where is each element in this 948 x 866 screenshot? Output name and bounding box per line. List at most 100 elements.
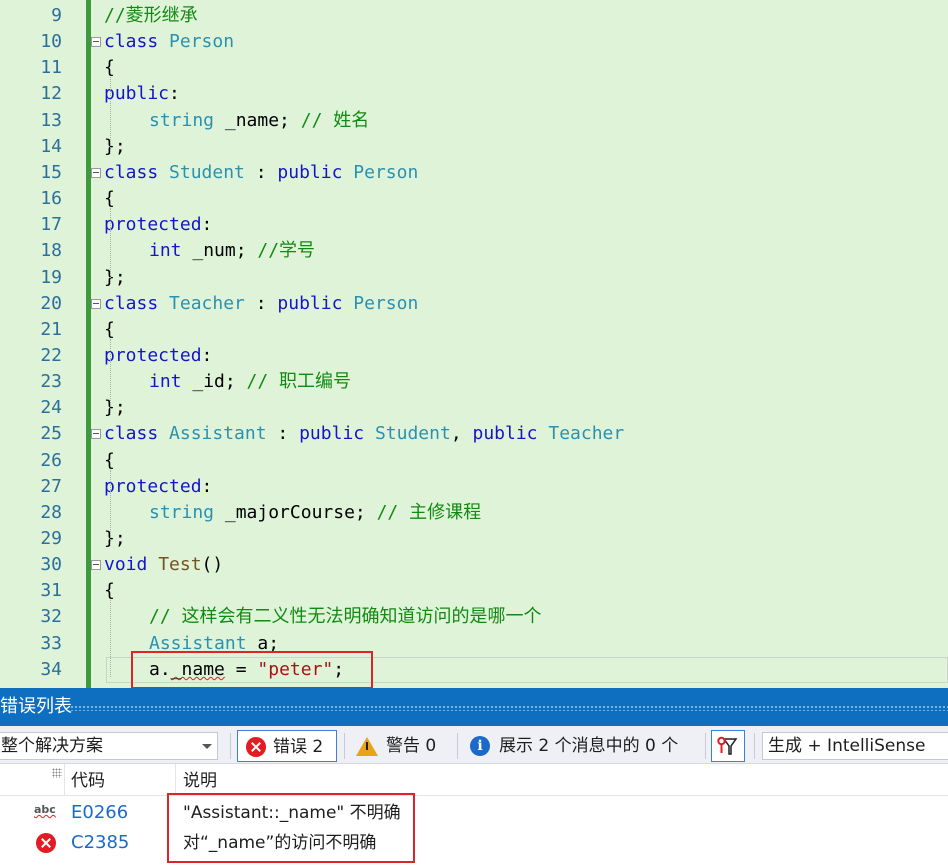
code-token: Student: [374, 423, 451, 445]
code-line[interactable]: 23 int _id; // 职工编号: [0, 369, 948, 395]
code-line[interactable]: 16 {: [0, 186, 948, 212]
code-token: :: [244, 292, 278, 314]
column-divider[interactable]: [64, 764, 65, 796]
code-token: int: [149, 240, 182, 262]
collapse-toggle-icon[interactable]: [91, 298, 101, 309]
line-number: 34: [40, 658, 62, 680]
line-number: 23: [40, 371, 62, 393]
code-line[interactable]: 24};: [0, 395, 948, 421]
column-divider[interactable]: [175, 764, 176, 796]
annotation-box-errors: [167, 793, 415, 863]
code-text: void Test(): [104, 552, 223, 578]
code-text: int _id; // 职工编号: [149, 369, 351, 395]
code-line[interactable]: 10 class Person: [0, 29, 948, 55]
code-token: :: [244, 161, 278, 183]
code-token: class: [104, 292, 170, 314]
errors-filter-button[interactable]: 错误 2: [237, 730, 337, 762]
toolbar-separator: [457, 733, 458, 759]
scope-dropdown[interactable]: 整个解决方案: [0, 732, 218, 760]
code-token: :: [201, 475, 213, 497]
code-line[interactable]: 22 protected:: [0, 343, 948, 369]
column-header-description[interactable]: 说明: [183, 770, 217, 792]
annotation-box-code: [131, 651, 373, 688]
error-row[interactable]: C2385 对“_name”的访问不明确: [0, 828, 948, 858]
warning-icon: [356, 737, 378, 756]
code-token: ,: [450, 423, 473, 445]
code-token: void: [104, 554, 159, 576]
column-header-code[interactable]: 代码: [71, 770, 105, 792]
code-text: // 这样会有二义性无法明确知道访问的是哪一个: [149, 604, 542, 630]
messages-filter-button[interactable]: i 展示 2 个消息中的 0 个: [463, 730, 703, 762]
line-number: 20: [40, 292, 62, 314]
code-token: string: [149, 501, 215, 523]
error-code-link[interactable]: C2385: [71, 832, 129, 854]
code-token: public: [277, 292, 354, 314]
code-line[interactable]: 17 protected:: [0, 212, 948, 238]
code-token: class: [104, 31, 170, 53]
error-list-toolbar: 整个解决方案 错误 2 警告 0 i 展示 2 个消息中的 0 个 生成 + I…: [0, 726, 948, 764]
code-text: };: [104, 134, 126, 160]
code-text: class Assistant : public Student, public…: [104, 421, 624, 447]
code-line[interactable]: 27 protected:: [0, 474, 948, 500]
line-number: 14: [40, 135, 62, 157]
code-line[interactable]: 9 //菱形继承: [0, 3, 948, 29]
code-line[interactable]: 15 class Student : public Person: [0, 160, 948, 186]
code-token: class: [104, 423, 170, 445]
line-number: 9: [51, 5, 62, 26]
code-token: {: [104, 188, 115, 210]
toolbar-separator: [230, 733, 231, 759]
code-line[interactable]: 12 public:: [0, 81, 948, 107]
code-line[interactable]: 11 {: [0, 55, 948, 81]
collapse-toggle-icon[interactable]: [91, 429, 101, 440]
line-number: 21: [40, 318, 62, 340]
code-line[interactable]: 20 class Teacher : public Person: [0, 291, 948, 317]
code-line[interactable]: 14};: [0, 134, 948, 160]
code-token: _name;: [214, 109, 301, 131]
code-text: };: [104, 526, 126, 552]
indent-guide: [110, 338, 111, 416]
error-icon: [36, 833, 56, 853]
code-line[interactable]: 29};: [0, 526, 948, 552]
collapse-toggle-icon[interactable]: [91, 560, 101, 571]
code-text: //菱形继承: [104, 3, 198, 29]
error-row[interactable]: abc E0266 "Assistant::_name" 不明确: [0, 798, 948, 828]
code-line[interactable]: 25 class Assistant : public Student, publ…: [0, 421, 948, 447]
build-scope-dropdown[interactable]: 生成 + IntelliSense: [762, 732, 948, 760]
info-icon: i: [470, 736, 490, 756]
line-number: 17: [40, 214, 62, 236]
indent-guide: [110, 77, 111, 154]
code-token: public: [299, 423, 375, 445]
code-token: // 这样会有二义性无法明确知道访问的是哪一个: [149, 606, 542, 628]
collapse-toggle-icon[interactable]: [91, 37, 101, 48]
code-line[interactable]: 31 {: [0, 578, 948, 604]
code-line[interactable]: 30 void Test(): [0, 552, 948, 578]
code-text: };: [104, 265, 126, 291]
code-line[interactable]: 28 string _majorCourse; // 主修课程: [0, 500, 948, 526]
line-number: 24: [40, 397, 62, 419]
code-line[interactable]: 21 {: [0, 317, 948, 343]
code-editor[interactable]: 9 //菱形继承 10 class Person 11 {12 public: 13 strin…: [0, 0, 948, 688]
code-token: {: [104, 580, 115, 602]
code-token: Person: [169, 31, 235, 53]
error-list-title-bar[interactable]: 错误列表: [0, 688, 948, 726]
scope-dropdown-value: 整个解决方案: [1, 736, 103, 756]
code-token: Test: [158, 554, 202, 576]
title-bar-grip[interactable]: [70, 705, 948, 711]
toolbar-separator: [705, 733, 706, 759]
filter-toggle-button[interactable]: [711, 730, 745, 762]
code-token: Person: [353, 292, 419, 314]
code-line[interactable]: 18 int _num; //学号: [0, 238, 948, 264]
code-line[interactable]: 13 string _name; // 姓名: [0, 108, 948, 134]
column-chooser-grip-icon[interactable]: [52, 768, 62, 778]
collapse-toggle-icon[interactable]: [91, 167, 101, 178]
line-number: 18: [40, 240, 62, 262]
error-code-link[interactable]: E0266: [71, 802, 128, 824]
warnings-filter-button[interactable]: 警告 0: [350, 730, 450, 762]
code-token: //菱形继承: [104, 5, 198, 26]
code-line[interactable]: 32 // 这样会有二义性无法明确知道访问的是哪一个: [0, 604, 948, 630]
indent-guide: [110, 469, 111, 546]
code-line[interactable]: 26 {: [0, 448, 948, 474]
code-line[interactable]: 19};: [0, 265, 948, 291]
code-token: protected: [104, 214, 202, 236]
code-token: //学号: [257, 240, 316, 262]
